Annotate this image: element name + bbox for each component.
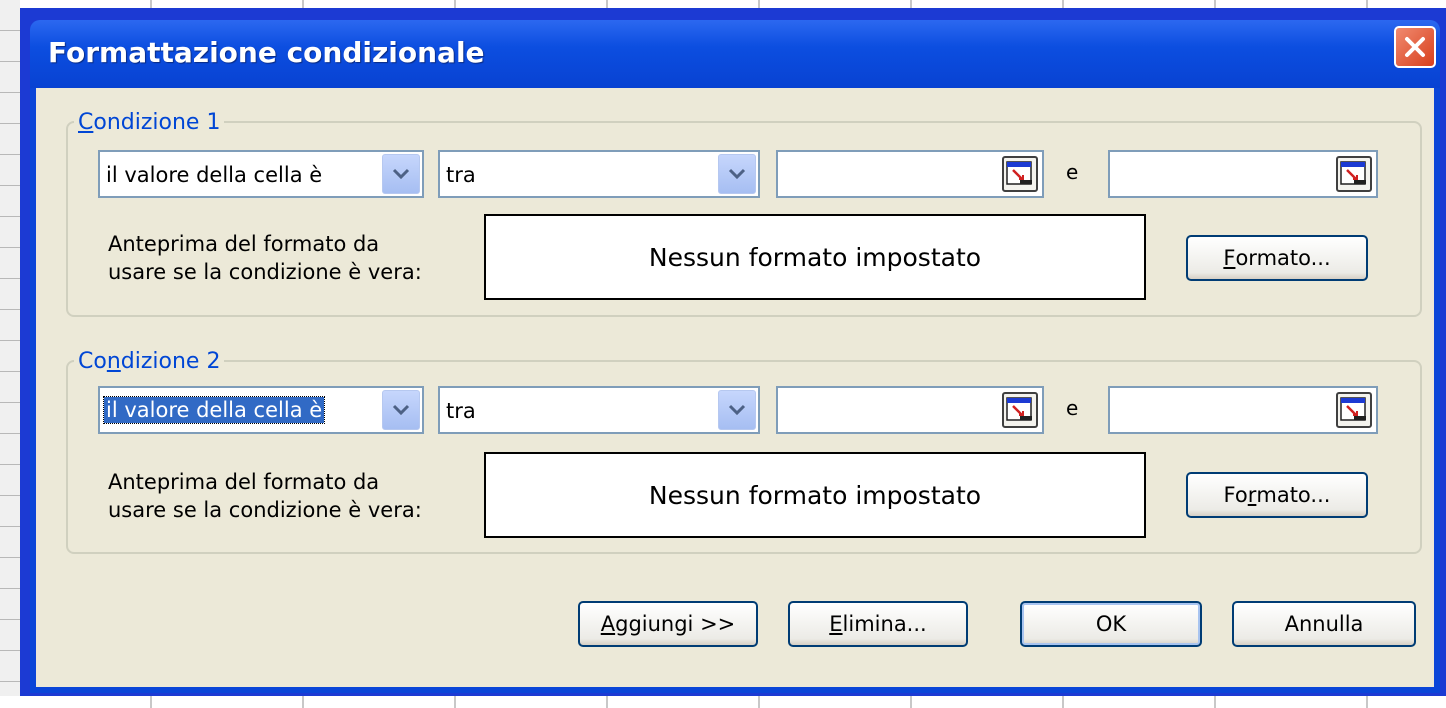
condition-2-format-preview: Nessun formato impostato [484, 452, 1146, 538]
condition-1-value2-input[interactable] [1108, 150, 1378, 198]
conditional-formatting-dialog: Formattazione condizionale Condizione 1 … [30, 20, 1440, 693]
condition-2-legend: Condizione 2 [74, 349, 225, 374]
background-sheet-top [0, 0, 1446, 8]
condition-2-operator-value: tra [446, 399, 476, 423]
range-select-icon [1340, 397, 1366, 421]
ok-button[interactable]: OK [1020, 601, 1202, 647]
condition-1-format-preview: Nessun formato impostato [484, 214, 1146, 300]
condition-2-value1-input[interactable] [776, 386, 1044, 434]
condition-1-type-select[interactable]: il valore della cella è [98, 150, 424, 198]
collapse-dialog-button[interactable] [1336, 392, 1372, 428]
collapse-dialog-button[interactable] [1336, 156, 1372, 192]
condition-1-format-button[interactable]: Formato... [1186, 235, 1368, 281]
condition-1-value1-input[interactable] [776, 150, 1044, 198]
condition-1-legend: Condizione 1 [74, 110, 225, 135]
condition-2-and-label: e [1066, 396, 1079, 420]
cancel-button[interactable]: Annulla [1232, 601, 1416, 647]
title-bar: Formattazione condizionale [30, 20, 1440, 88]
close-button[interactable] [1394, 26, 1436, 68]
condition-1-operator-select[interactable]: tra [438, 150, 760, 198]
range-select-icon [1340, 161, 1366, 185]
close-icon [1405, 37, 1425, 57]
condition-1-preview-label: Anteprima del formato da usare se la con… [108, 232, 422, 284]
range-select-icon [1006, 161, 1032, 185]
collapse-dialog-button[interactable] [1002, 156, 1038, 192]
condition-1-type-value: il valore della cella è [106, 163, 323, 187]
chevron-down-icon[interactable] [382, 390, 420, 430]
condition-2-type-value: il valore della cella è [102, 396, 326, 424]
chevron-down-icon[interactable] [718, 154, 756, 194]
condition-2-type-select[interactable]: il valore della cella è [98, 386, 424, 434]
condition-1-operator-value: tra [446, 163, 476, 187]
add-button[interactable]: Aggiungi >> [578, 601, 758, 647]
delete-button[interactable]: Elimina... [788, 601, 968, 647]
dialog-body: Condizione 1 il valore della cella è tra [36, 88, 1434, 687]
condition-1-and-label: e [1066, 160, 1079, 184]
condition-2-preview-label: Anteprima del formato da usare se la con… [108, 470, 422, 522]
collapse-dialog-button[interactable] [1002, 392, 1038, 428]
condition-2-format-button[interactable]: Fo r mato... [1186, 472, 1368, 518]
dialog-title: Formattazione condizionale [48, 36, 485, 69]
chevron-down-icon[interactable] [718, 390, 756, 430]
range-select-icon [1006, 397, 1032, 421]
background-sheet-rows [0, 0, 20, 708]
condition-2-value2-input[interactable] [1108, 386, 1378, 434]
condition-2-operator-select[interactable]: tra [438, 386, 760, 434]
background-sheet-bottom [0, 696, 1446, 708]
chevron-down-icon[interactable] [382, 154, 420, 194]
